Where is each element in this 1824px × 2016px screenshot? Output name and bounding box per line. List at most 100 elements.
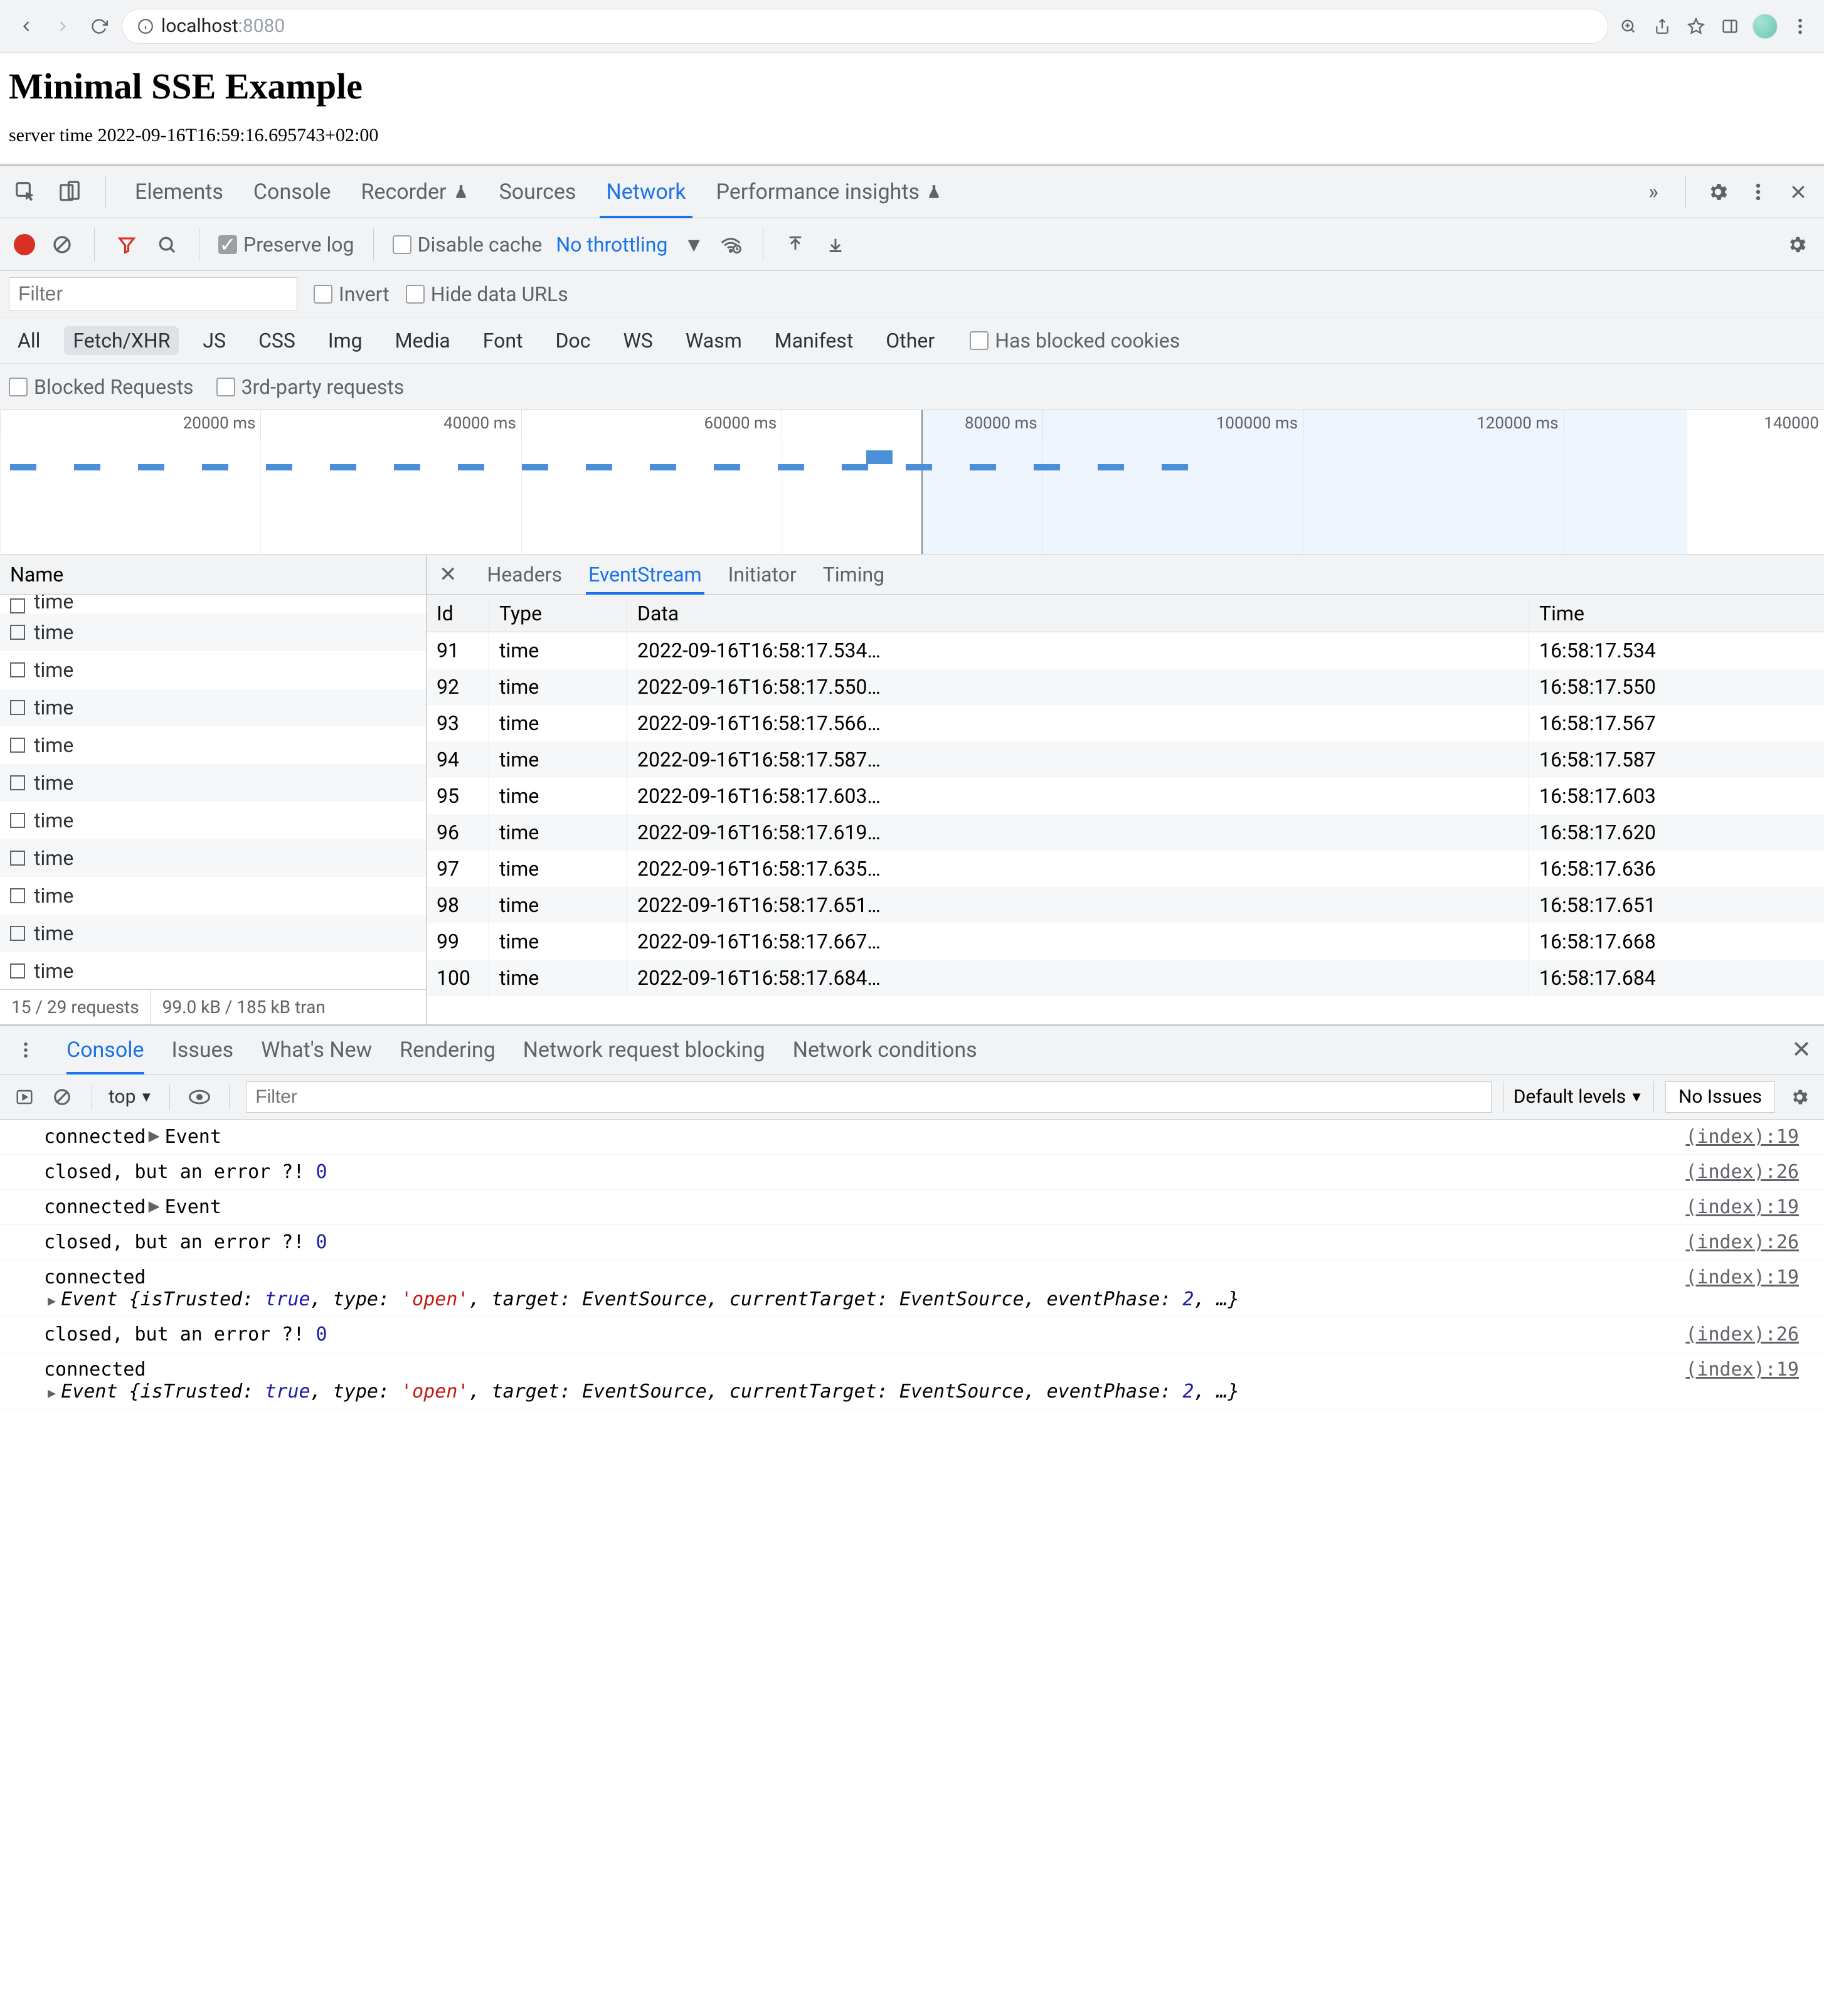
request-row[interactable]: time — [0, 915, 426, 952]
tab-console[interactable]: Console — [247, 166, 337, 218]
type-filter-ws[interactable]: WS — [615, 326, 662, 355]
eventstream-row[interactable]: 92time2022-09-16T16:58:17.550…16:58:17.5… — [427, 669, 1824, 705]
zoom-icon[interactable] — [1617, 15, 1640, 38]
tab-recorder[interactable]: Recorder — [354, 166, 475, 218]
drawer-tab-rendering[interactable]: Rendering — [400, 1026, 496, 1074]
source-link[interactable]: (index):19 — [1685, 1196, 1799, 1218]
col-time[interactable]: Time — [1529, 595, 1824, 632]
console-log-row[interactable]: closed, but an error ?! 0(index):26 — [0, 1225, 1824, 1260]
request-row[interactable]: time — [0, 651, 426, 689]
search-icon[interactable] — [154, 231, 180, 258]
drawer-close-icon[interactable]: ✕ — [1791, 1036, 1811, 1064]
detail-tab-initiator[interactable]: Initiator — [726, 554, 799, 594]
type-filter-fetchxhr[interactable]: Fetch/XHR — [64, 326, 179, 355]
menu-icon[interactable] — [1789, 15, 1811, 38]
requests-list[interactable]: time time time time time time time time … — [0, 595, 426, 989]
request-row[interactable]: time — [0, 877, 426, 915]
more-tabs-button[interactable]: » — [1640, 179, 1667, 205]
filter-input[interactable] — [9, 277, 297, 311]
network-settings-icon[interactable] — [1784, 231, 1810, 258]
back-button[interactable] — [13, 13, 40, 40]
type-filter-font[interactable]: Font — [474, 326, 532, 355]
waterfall-selection[interactable] — [921, 410, 1687, 554]
source-link[interactable]: (index):26 — [1685, 1324, 1799, 1345]
eventstream-row[interactable]: 96time2022-09-16T16:58:17.619…16:58:17.6… — [427, 814, 1824, 851]
type-filter-doc[interactable]: Doc — [547, 326, 600, 355]
console-log-row[interactable]: connected▶Event(index):19 — [0, 1120, 1824, 1155]
network-conditions-icon[interactable] — [718, 231, 744, 258]
console-log-row[interactable]: closed, but an error ?! 0(index):26 — [0, 1155, 1824, 1190]
source-link[interactable]: (index):26 — [1685, 1231, 1799, 1253]
drawer-tab-issues[interactable]: Issues — [172, 1026, 234, 1074]
address-bar[interactable]: localhost:8080 — [122, 9, 1608, 44]
console-log-list[interactable]: connected▶Event(index):19closed, but an … — [0, 1120, 1824, 1409]
source-link[interactable]: (index):19 — [1685, 1266, 1799, 1288]
tab-sources[interactable]: Sources — [493, 166, 583, 218]
request-row[interactable]: time — [0, 726, 426, 764]
type-filter-js[interactable]: JS — [194, 326, 235, 355]
close-detail-icon[interactable]: ✕ — [439, 562, 457, 587]
eventstream-row[interactable]: 100time2022-09-16T16:58:17.684…16:58:17.… — [427, 960, 1824, 996]
eventstream-row[interactable]: 95time2022-09-16T16:58:17.603…16:58:17.6… — [427, 778, 1824, 814]
request-row[interactable]: time — [0, 595, 426, 613]
panel-icon[interactable] — [1719, 15, 1741, 38]
invert-checkbox[interactable]: Invert — [314, 282, 390, 306]
third-party-checkbox[interactable]: 3rd-party requests — [216, 375, 405, 399]
upload-har-icon[interactable] — [782, 231, 809, 258]
eventstream-row[interactable]: 97time2022-09-16T16:58:17.635…16:58:17.6… — [427, 851, 1824, 887]
record-button[interactable] — [14, 234, 35, 255]
console-log-row[interactable]: connected▶Event(index):19 — [0, 1190, 1824, 1225]
tab-network[interactable]: Network — [600, 166, 692, 218]
col-id[interactable]: Id — [427, 595, 489, 632]
console-log-row[interactable]: connected▶Event {isTrusted: true, type: … — [0, 1352, 1824, 1409]
col-data[interactable]: Data — [627, 595, 1529, 632]
tab-perf-insights[interactable]: Performance insights — [710, 166, 948, 218]
tab-elements[interactable]: Elements — [129, 166, 230, 218]
live-expression-icon[interactable] — [186, 1084, 213, 1110]
source-link[interactable]: (index):26 — [1685, 1161, 1799, 1183]
reload-button[interactable] — [85, 13, 113, 40]
download-har-icon[interactable] — [822, 231, 849, 258]
star-icon[interactable] — [1685, 15, 1707, 38]
blocked-cookies-checkbox[interactable]: Has blocked cookies — [970, 329, 1180, 353]
drawer-menu-icon[interactable] — [13, 1037, 39, 1063]
request-row[interactable]: time — [0, 764, 426, 802]
console-settings-icon[interactable] — [1786, 1084, 1813, 1110]
request-row[interactable]: time — [0, 802, 426, 839]
settings-icon[interactable] — [1705, 179, 1731, 205]
type-filter-css[interactable]: CSS — [250, 326, 304, 355]
request-row[interactable]: time — [0, 613, 426, 651]
console-sidebar-toggle-icon[interactable] — [11, 1084, 38, 1110]
type-filter-img[interactable]: Img — [319, 326, 371, 355]
drawer-tab-reqblocking[interactable]: Network request blocking — [523, 1026, 765, 1074]
type-filter-manifest[interactable]: Manifest — [766, 326, 862, 355]
console-filter-input[interactable] — [246, 1081, 1491, 1113]
col-type[interactable]: Type — [489, 595, 627, 632]
drawer-tab-whatsnew[interactable]: What's New — [261, 1026, 372, 1074]
filter-icon[interactable] — [114, 231, 140, 258]
console-log-row[interactable]: connected▶Event {isTrusted: true, type: … — [0, 1260, 1824, 1317]
request-row[interactable]: time — [0, 839, 426, 877]
request-row[interactable]: time — [0, 689, 426, 726]
context-selector[interactable]: top▼ — [109, 1086, 153, 1108]
type-filter-all[interactable]: All — [9, 326, 49, 355]
clear-icon[interactable] — [49, 231, 75, 258]
waterfall-overview[interactable]: 20000 ms 40000 ms 60000 ms 80000 ms 1000… — [0, 410, 1824, 554]
name-column-header[interactable]: Name — [0, 554, 426, 595]
type-filter-media[interactable]: Media — [386, 326, 459, 355]
expand-icon[interactable]: ▶ — [48, 1293, 56, 1309]
share-icon[interactable] — [1651, 15, 1673, 38]
blocked-requests-checkbox[interactable]: Blocked Requests — [9, 375, 194, 399]
inspect-element-icon[interactable] — [13, 179, 39, 205]
detail-tab-headers[interactable]: Headers — [485, 554, 565, 594]
source-link[interactable]: (index):19 — [1685, 1359, 1799, 1381]
type-filter-wasm[interactable]: Wasm — [677, 326, 751, 355]
close-devtools-icon[interactable] — [1785, 179, 1811, 205]
preserve-log-checkbox[interactable]: ✓Preserve log — [218, 233, 354, 257]
eventstream-row[interactable]: 99time2022-09-16T16:58:17.667…16:58:17.6… — [427, 923, 1824, 960]
detail-tab-timing[interactable]: Timing — [820, 554, 887, 594]
forward-button[interactable] — [49, 13, 77, 40]
eventstream-row[interactable]: 94time2022-09-16T16:58:17.587…16:58:17.5… — [427, 741, 1824, 778]
site-info-icon[interactable] — [137, 18, 154, 34]
request-row[interactable]: time — [0, 952, 426, 989]
